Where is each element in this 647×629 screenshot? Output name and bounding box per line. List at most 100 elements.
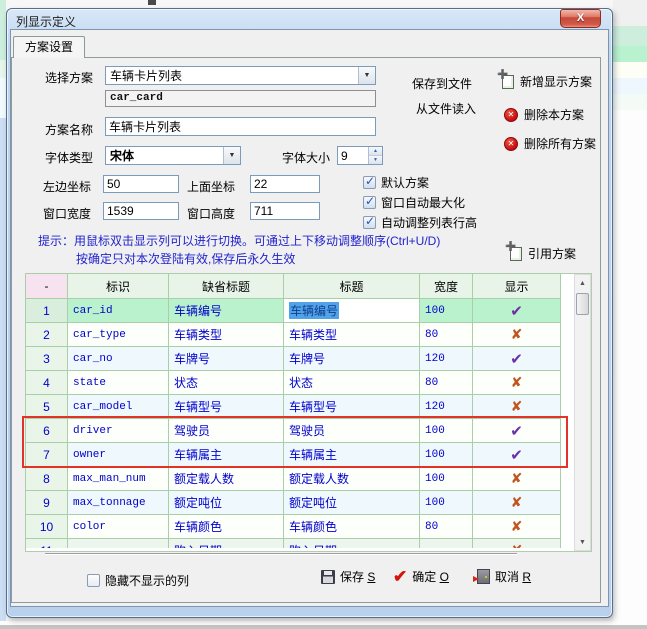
table-scrollbar[interactable]: ▲ ▼ <box>574 274 591 551</box>
cancel-button[interactable]: 取消 R <box>477 568 531 585</box>
chevron-down-icon[interactable] <box>223 147 240 164</box>
row-number-cell[interactable]: 4 <box>26 371 68 395</box>
ok-button[interactable]: ✔ 确定 O <box>393 568 449 585</box>
select-scheme-combobox[interactable]: 车辆卡片列表 <box>105 66 376 85</box>
default-title-cell[interactable]: 状态 <box>169 371 284 395</box>
show-cell[interactable]: ✔ <box>473 443 561 467</box>
title-cell[interactable]: 车辆编号 <box>284 299 420 323</box>
title-cell[interactable]: 驾驶员 <box>284 419 420 443</box>
default-title-cell[interactable]: 驾驶员 <box>169 419 284 443</box>
delete-scheme-button[interactable]: 删除本方案 <box>504 106 584 123</box>
width-cell[interactable]: 100 <box>420 467 473 491</box>
title-cell[interactable]: 车牌号 <box>284 347 420 371</box>
font-size-input[interactable] <box>338 147 368 164</box>
width-cell[interactable]: 120 <box>420 347 473 371</box>
save-to-file-button[interactable]: 保存到文件 <box>412 75 472 92</box>
field-id-cell[interactable]: owner <box>68 443 169 467</box>
show-cell[interactable]: ✘ <box>473 515 561 539</box>
show-cross-icon[interactable]: ✘ <box>511 374 523 391</box>
show-check-icon[interactable]: ✔ <box>510 446 523 464</box>
top-coord-input[interactable] <box>250 175 320 193</box>
show-cell[interactable]: ✘ <box>473 371 561 395</box>
title-cell[interactable]: 额定吨位 <box>284 491 420 515</box>
row-number-cell[interactable]: 6 <box>26 419 68 443</box>
show-cross-icon[interactable]: ✘ <box>511 398 523 415</box>
reference-scheme-button[interactable]: 引用方案 <box>510 245 576 262</box>
show-cell[interactable]: ✔ <box>473 347 561 371</box>
width-cell[interactable]: 80 <box>420 323 473 347</box>
show-cross-icon[interactable]: ✘ <box>511 518 523 535</box>
row-number-cell[interactable]: 3 <box>26 347 68 371</box>
title-cell[interactable]: 车辆类型 <box>284 323 420 347</box>
row-number-cell[interactable]: 7 <box>26 443 68 467</box>
add-scheme-button[interactable]: 新增显示方案 <box>502 73 592 90</box>
spinner-down-icon[interactable]: ▼ <box>369 155 382 164</box>
default-title-cell[interactable]: 车辆型号 <box>169 395 284 419</box>
width-cell[interactable]: 100 <box>420 299 473 323</box>
default-title-cell[interactable]: 车辆颜色 <box>169 515 284 539</box>
option-checkbox-1[interactable]: 窗口自动最大化 <box>363 194 465 211</box>
show-cell[interactable]: ✘ <box>473 323 561 347</box>
left-coord-input[interactable] <box>103 175 179 193</box>
show-check-icon[interactable]: ✔ <box>510 302 523 320</box>
column-header[interactable]: 宽度 <box>420 274 473 299</box>
default-title-cell[interactable]: 额定载人数 <box>169 467 284 491</box>
column-header[interactable]: - <box>26 274 68 299</box>
default-title-cell[interactable]: 车辆编号 <box>169 299 284 323</box>
width-cell[interactable]: 120 <box>420 395 473 419</box>
title-cell[interactable]: 车辆颜色 <box>284 515 420 539</box>
field-id-cell[interactable]: car_type <box>68 323 169 347</box>
width-cell[interactable]: 100 <box>420 419 473 443</box>
chevron-down-icon[interactable] <box>358 67 375 84</box>
delete-all-schemes-button[interactable]: 删除所有方案 <box>504 135 596 152</box>
column-header[interactable]: 缺省标题 <box>169 274 284 299</box>
title-cell[interactable]: 额定载人数 <box>284 467 420 491</box>
field-id-cell[interactable]: state <box>68 371 169 395</box>
scheme-name-input[interactable] <box>105 117 376 136</box>
default-title-cell[interactable]: 车辆类型 <box>169 323 284 347</box>
row-number-cell[interactable]: 10 <box>26 515 68 539</box>
spinner-up-icon[interactable]: ▲ <box>369 147 382 155</box>
field-id-cell[interactable]: color <box>68 515 169 539</box>
title-cell[interactable]: 购入日期 <box>284 539 420 548</box>
show-cell[interactable]: ✘ <box>473 467 561 491</box>
font-type-combobox[interactable]: 宋体 <box>105 146 241 165</box>
width-cell[interactable]: 100 <box>420 491 473 515</box>
window-width-input[interactable] <box>103 202 179 220</box>
width-cell[interactable] <box>420 539 473 548</box>
show-cell[interactable]: ✘ <box>473 491 561 515</box>
close-button[interactable]: X <box>560 9 601 28</box>
column-header[interactable]: 显示 <box>473 274 561 299</box>
show-cell[interactable]: ✔ <box>473 299 561 323</box>
field-id-cell[interactable]: car_model <box>68 395 169 419</box>
show-cell[interactable]: ✔ <box>473 419 561 443</box>
tab-scheme-settings[interactable]: 方案设置 <box>13 36 85 58</box>
field-id-cell[interactable] <box>68 539 169 548</box>
scrollbar-thumb[interactable] <box>576 293 589 315</box>
default-title-cell[interactable]: 额定吨位 <box>169 491 284 515</box>
field-id-cell[interactable]: max_tonnage <box>68 491 169 515</box>
row-number-cell[interactable]: 1 <box>26 299 68 323</box>
title-cell[interactable]: 车辆属主 <box>284 443 420 467</box>
field-id-cell[interactable]: max_man_num <box>68 467 169 491</box>
default-title-cell[interactable]: 车牌号 <box>169 347 284 371</box>
save-button[interactable]: 保存 S <box>321 568 375 585</box>
title-cell[interactable]: 状态 <box>284 371 420 395</box>
default-title-cell[interactable]: 车辆属主 <box>169 443 284 467</box>
scroll-down-icon[interactable]: ▼ <box>575 534 590 550</box>
field-id-cell[interactable]: driver <box>68 419 169 443</box>
width-cell[interactable]: 100 <box>420 443 473 467</box>
show-cross-icon[interactable]: ✘ <box>511 326 523 343</box>
show-cell[interactable]: ✘ <box>473 395 561 419</box>
row-number-cell[interactable]: 8 <box>26 467 68 491</box>
show-cross-icon[interactable]: ✘ <box>511 542 523 548</box>
scroll-up-icon[interactable]: ▲ <box>575 275 590 291</box>
show-cell[interactable]: ✘ <box>473 539 561 548</box>
width-cell[interactable]: 80 <box>420 371 473 395</box>
window-height-input[interactable] <box>250 202 320 220</box>
column-header[interactable]: 标识 <box>68 274 169 299</box>
row-number-cell[interactable]: 9 <box>26 491 68 515</box>
field-id-cell[interactable]: car_no <box>68 347 169 371</box>
default-title-cell[interactable]: 购入日期 <box>169 539 284 548</box>
option-checkbox-2[interactable]: 自动调整列表行高 <box>363 214 477 231</box>
